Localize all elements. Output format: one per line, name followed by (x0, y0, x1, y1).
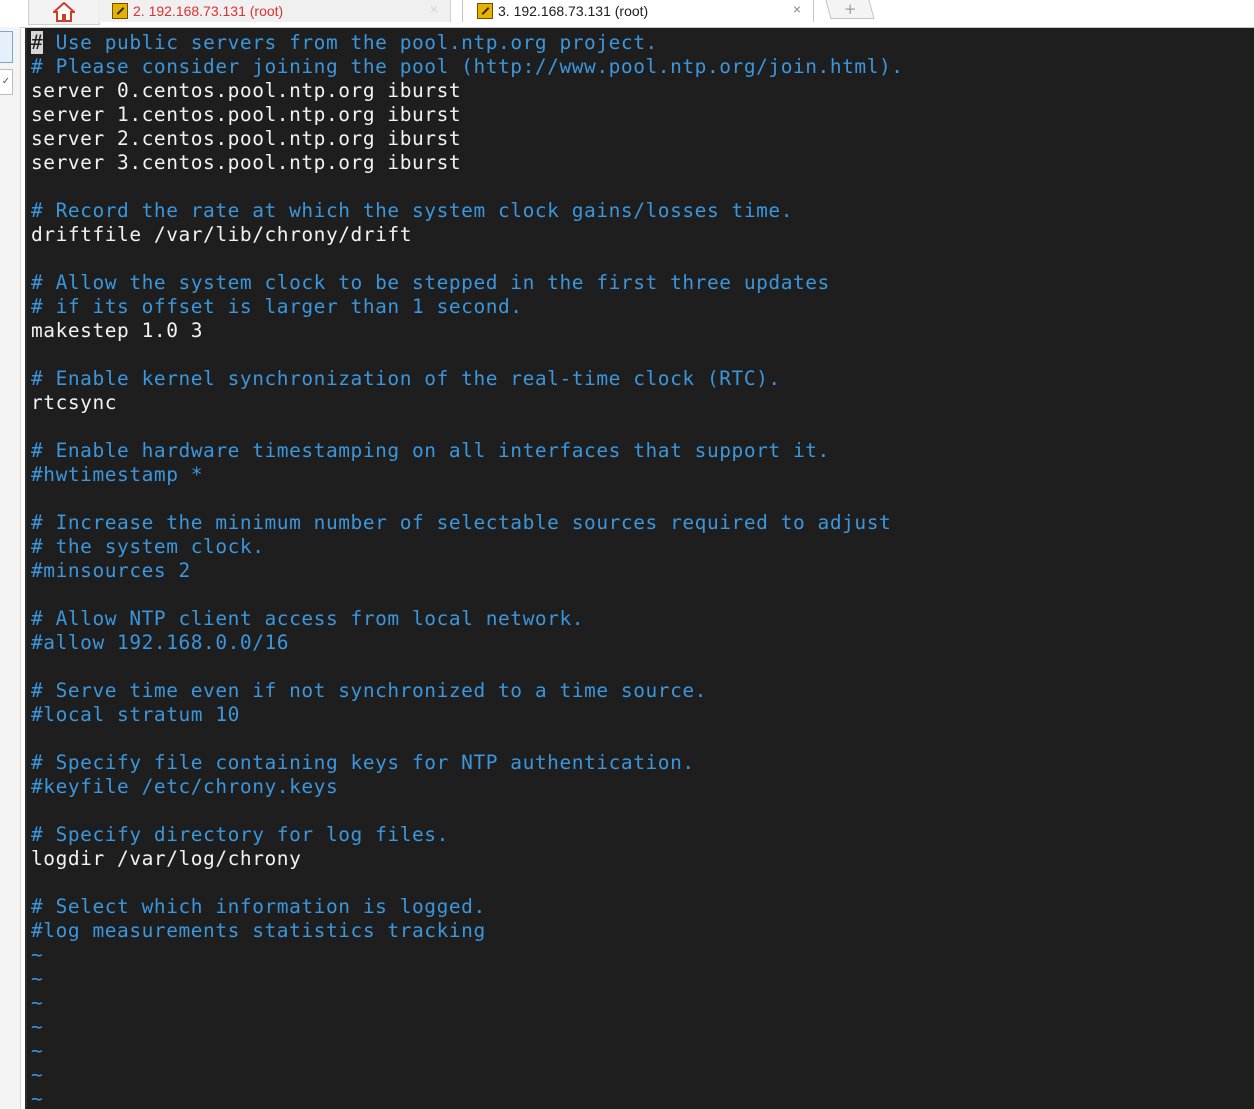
terminal-line: # Enable kernel synchronization of the r… (31, 367, 781, 390)
terminal-line: #keyfile /etc/chrony.keys (31, 775, 339, 798)
session-tab-2-label: 2. 192.168.73.131 (root) (133, 3, 284, 19)
home-tab[interactable] (28, 0, 100, 25)
terminal-line: #log measurements statistics tracking (31, 919, 486, 942)
empty-buffer-line: ~ (31, 991, 44, 1014)
empty-buffer-line: ~ (31, 1015, 44, 1038)
terminal-line: # Specify directory for log files. (31, 823, 449, 846)
terminal-line: # Allow NTP client access from local net… (31, 607, 585, 630)
home-icon (53, 2, 75, 22)
close-tab-3-icon[interactable]: × (793, 1, 801, 17)
terminal-line: #allow 192.168.0.0/16 (31, 631, 290, 654)
terminal-line: # Specify file containing keys for NTP a… (31, 751, 695, 774)
terminal-line: rtcsync (31, 391, 118, 414)
side-panel-strip: ✓ (0, 27, 21, 1109)
terminal-cursor: # (31, 31, 44, 54)
session-tab-2[interactable]: 2. 192.168.73.131 (root) × (98, 0, 451, 22)
terminal-line: # Enable hardware timestamping on all in… (31, 439, 830, 462)
terminal-line: # the system clock. (31, 535, 265, 558)
terminal-line: #minsources 2 (31, 559, 191, 582)
session-key-icon (477, 3, 493, 19)
terminal-line: #local stratum 10 (31, 703, 240, 726)
terminal-line: makestep 1.0 3 (31, 319, 204, 342)
empty-buffer-line: ~ (31, 943, 44, 966)
terminal-line: # Use public servers from the pool.ntp.o… (31, 31, 658, 55)
terminal-line: # Allow the system clock to be stepped i… (31, 271, 830, 294)
terminal-line: server 3.centos.pool.ntp.org iburst (31, 151, 462, 174)
terminal-line: # if its offset is larger than 1 second. (31, 295, 523, 318)
terminal-line: # Select which information is logged. (31, 895, 486, 918)
terminal-line: # Please consider joining the pool (http… (31, 55, 904, 78)
empty-buffer-line: ~ (31, 1087, 44, 1109)
plus-icon: + (843, 0, 857, 18)
close-tab-2-icon[interactable]: × (430, 1, 438, 17)
terminal-line: server 1.centos.pool.ntp.org iburst (31, 103, 462, 126)
tab-bar: 2. 192.168.73.131 (root) × 3. 192.168.73… (0, 0, 1254, 28)
side-panel-toggle[interactable]: ✓ (0, 69, 13, 95)
empty-buffer-line: ~ (31, 967, 44, 990)
session-key-icon (112, 3, 128, 19)
terminal-line: # Record the rate at which the system cl… (31, 199, 793, 222)
terminal-line: server 0.centos.pool.ntp.org iburst (31, 79, 462, 102)
terminal-line: server 2.centos.pool.ntp.org iburst (31, 127, 462, 150)
terminal-line: driftfile /var/lib/chrony/drift (31, 223, 412, 246)
terminal-line: # Serve time even if not synchronized to… (31, 679, 707, 702)
empty-buffer-line: ~ (31, 1039, 44, 1062)
terminal-line: logdir /var/log/chrony (31, 847, 302, 870)
empty-buffer-line: ~ (31, 1063, 44, 1086)
check-icon: ✓ (1, 76, 11, 87)
session-tab-3-label: 3. 192.168.73.131 (root) (498, 3, 649, 19)
terminal-line-text: Use public servers from the pool.ntp.org… (43, 31, 658, 54)
terminal-window[interactable]: # Use public servers from the pool.ntp.o… (25, 28, 1254, 1109)
session-tab-3[interactable]: 3. 192.168.73.131 (root) × (462, 0, 814, 22)
side-panel-handle[interactable] (0, 31, 13, 63)
terminal-line: #hwtimestamp * (31, 463, 204, 486)
new-tab-button[interactable]: + (825, 0, 875, 19)
terminal-line: # Increase the minimum number of selecta… (31, 511, 892, 534)
